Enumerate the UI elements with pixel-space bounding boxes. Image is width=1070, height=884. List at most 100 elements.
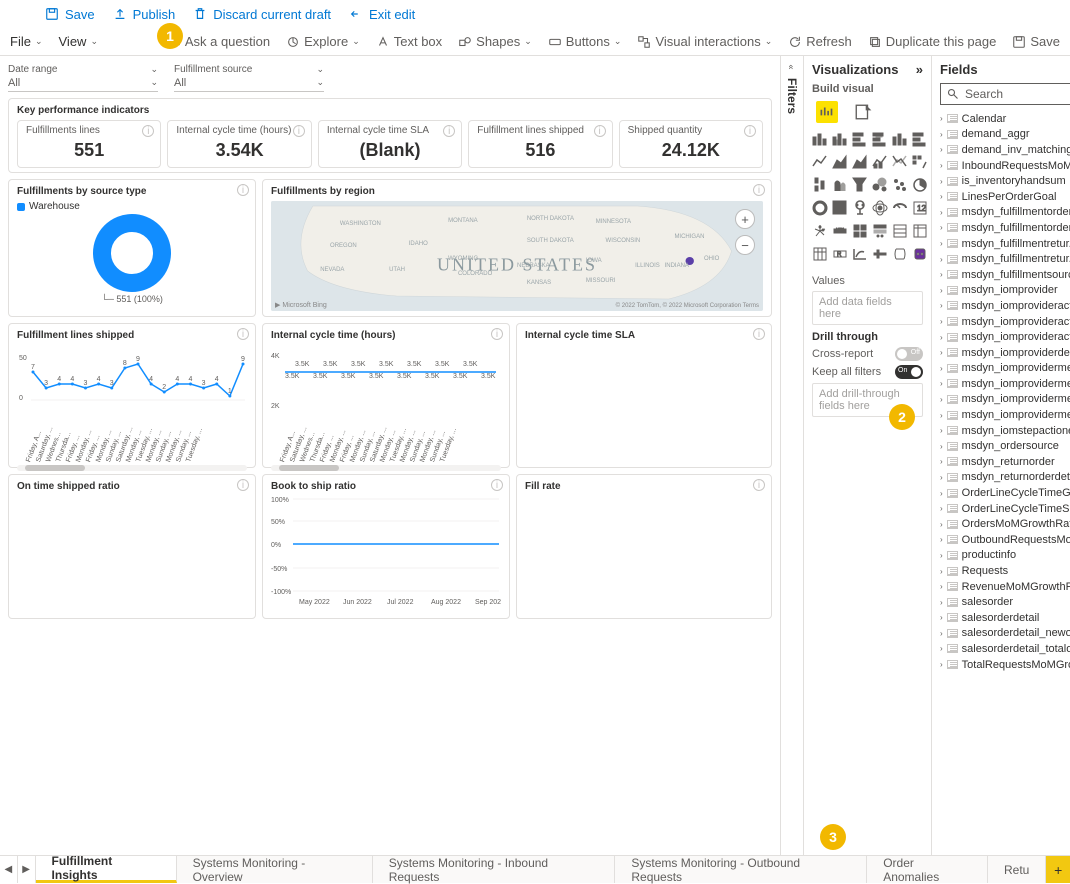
save2-button[interactable]: Save [1012,34,1060,49]
discard-button[interactable]: Discard current draft [193,7,331,22]
field-item[interactable]: ›msdyn_iomstepactione... [940,423,1070,439]
field-item[interactable]: ›Calendar [940,111,1070,127]
ontime-chart[interactable]: i On time shipped ratio [8,474,256,619]
info-icon[interactable]: i [293,125,305,137]
map-card[interactable]: i Fulfillments by region + − UNITED STAT… [262,179,772,317]
field-item[interactable]: ›msdyn_iomprovideracti... [940,298,1070,314]
viz-type-icon[interactable] [892,246,908,265]
view-menu[interactable]: View⌄ [59,34,99,49]
field-item[interactable]: ›is_inventoryhandsum [940,173,1070,189]
format-visual-tab[interactable] [852,101,874,123]
viz-type-icon[interactable] [852,246,868,265]
info-icon[interactable]: i [237,184,249,196]
viz-type-icon[interactable] [912,131,928,150]
cycle-hours-chart[interactable]: i Internal cycle time (hours) 4K2K3.5K3.… [262,323,510,468]
info-icon[interactable]: i [142,125,154,137]
viz-type-icon[interactable] [912,246,928,265]
donut-chart-card[interactable]: i Fulfillments by source type Warehouse … [8,179,256,317]
field-item[interactable]: ›msdyn_iomprovideracti... [940,329,1070,345]
field-item[interactable]: ›salesorderdetail_newor... [940,626,1070,642]
viz-type-icon[interactable]: 12 [912,200,928,219]
crossreport-toggle[interactable]: Off [895,347,923,361]
field-item[interactable]: ›msdyn_iomproviderme... [940,361,1070,377]
info-icon[interactable]: i [753,184,765,196]
field-item[interactable]: ›salesorderdetail_totalor... [940,641,1070,657]
viz-type-icon[interactable] [812,223,828,242]
viz-type-icon[interactable] [892,223,908,242]
kpi-lines-shipped[interactable]: iFulfillment lines shipped516 [468,120,612,168]
map-zoom-in[interactable]: + [735,209,755,229]
field-item[interactable]: ›msdyn_fulfillmentorder... [940,220,1070,236]
fillrate-chart[interactable]: i Fill rate [516,474,772,619]
refresh-button[interactable]: Refresh [788,34,852,49]
viz-type-icon[interactable] [872,200,888,219]
viz-type-icon[interactable] [872,131,888,150]
field-item[interactable]: ›LinesPerOrderGoal [940,189,1070,205]
field-item[interactable]: ›salesorder [940,594,1070,610]
collapse-icon[interactable]: » [916,62,923,77]
viz-type-icon[interactable] [832,131,848,150]
page-tab[interactable]: Retu [988,856,1046,883]
viz-type-icon[interactable] [852,177,868,196]
fields-search[interactable]: Search [940,83,1070,105]
horizontal-scrollbar[interactable] [271,465,501,471]
field-item[interactable]: ›msdyn_fulfillmentretur... [940,236,1070,252]
field-item[interactable]: ›msdyn_iomproviderme... [940,407,1070,423]
viz-type-icon[interactable] [832,177,848,196]
field-item[interactable]: ›TotalRequestsMoMGro... [940,657,1070,673]
field-item[interactable]: ›msdyn_returnorder [940,454,1070,470]
viz-type-icon[interactable] [872,246,888,265]
viz-type-icon[interactable] [812,177,828,196]
expand-icon[interactable]: « [787,64,797,69]
publish-button[interactable]: Publish [113,7,176,22]
save-button[interactable]: Save [45,7,95,22]
field-item[interactable]: ›msdyn_iomproviderme... [940,376,1070,392]
page-tab[interactable]: Fulfillment Insights [36,856,177,883]
viz-type-icon[interactable] [852,131,868,150]
map-visual[interactable]: + − UNITED STATES WASHINGTONMONTANANORTH… [271,201,763,311]
info-icon[interactable]: i [237,479,249,491]
textbox-button[interactable]: Text box [376,34,442,49]
filters-pane-collapsed[interactable]: « Filters [780,56,804,855]
page-tab[interactable]: Systems Monitoring - Inbound Requests [373,856,616,883]
values-dropzone[interactable]: Add data fields here [812,291,923,325]
page-tab[interactable]: Systems Monitoring - Outbound Requests [615,856,867,883]
page-tab[interactable]: Systems Monitoring - Overview [177,856,373,883]
info-icon[interactable]: i [443,125,455,137]
viz-type-icon[interactable] [872,223,888,242]
field-item[interactable]: ›RevenueMoMGrowthR... [940,579,1070,595]
viz-type-icon[interactable] [812,154,828,173]
viz-type-icon[interactable] [892,131,908,150]
field-item[interactable]: ›msdyn_iomprovider [940,283,1070,299]
viz-type-icon[interactable] [912,177,928,196]
kpi-cycle-time[interactable]: iInternal cycle time (hours)3.54K [167,120,311,168]
viz-type-icon[interactable] [832,200,848,219]
field-item[interactable]: ›msdyn_fulfillmentorder [940,205,1070,221]
field-item[interactable]: ›OrderLineCycleTimeSLA [940,501,1070,517]
field-item[interactable]: ›msdyn_returnorderdetail [940,470,1070,486]
info-icon[interactable]: i [491,479,503,491]
exit-edit-button[interactable]: Exit edit [349,7,415,22]
tabs-prev[interactable]: ◀ [0,856,18,883]
page-tab[interactable]: Order Anomalies [867,856,988,883]
field-item[interactable]: ›demand_inv_matching [940,142,1070,158]
build-visual-tab[interactable] [816,101,838,123]
info-icon[interactable]: i [753,479,765,491]
viz-type-icon[interactable] [852,154,868,173]
fulfillment-source-slicer[interactable]: Fulfillment source⌄ All⌄ [174,64,324,92]
info-icon[interactable]: i [744,125,756,137]
viz-type-icon[interactable] [812,131,828,150]
info-icon[interactable]: i [237,328,249,340]
date-range-slicer[interactable]: Date range⌄ All⌄ [8,64,158,92]
duplicate-button[interactable]: Duplicate this page [868,34,997,49]
field-item[interactable]: ›msdyn_ordersource [940,438,1070,454]
viz-type-icon[interactable]: KPI [832,223,848,242]
tabs-next[interactable]: ▶ [18,856,36,883]
booktoship-chart[interactable]: i Book to ship ratio -100%-50%0%50%100%M… [262,474,510,619]
map-zoom-out[interactable]: − [735,235,755,255]
viz-type-icon[interactable] [872,177,888,196]
info-icon[interactable]: i [594,125,606,137]
field-item[interactable]: ›msdyn_fulfillmentretur... [940,251,1070,267]
field-item[interactable]: ›InboundRequestsMoM... [940,158,1070,174]
field-item[interactable]: ›salesorderdetail [940,610,1070,626]
